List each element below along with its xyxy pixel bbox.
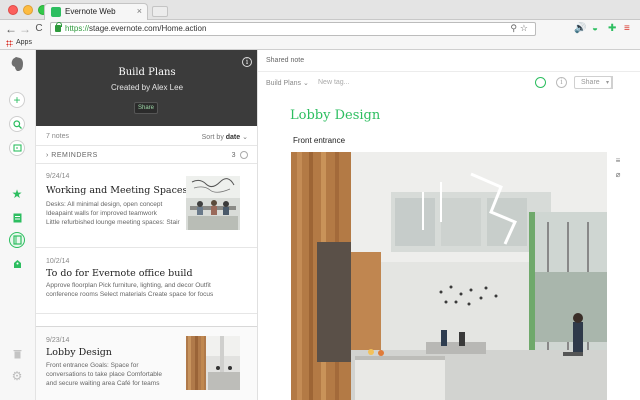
editor-side-tools: ≡ ⌀ bbox=[613, 156, 623, 184]
settings-gear-icon[interactable]: ⚙ bbox=[9, 368, 25, 384]
sort-value: date bbox=[225, 134, 241, 141]
snippet-line: Ideapaint walls for improved teamwork bbox=[46, 210, 157, 217]
shared-note-bar: Shared note bbox=[258, 50, 640, 72]
snippet-line: and secure waiting area Café for teams bbox=[46, 380, 160, 387]
note-notebook-selector[interactable]: Build Plans ⌄ bbox=[266, 79, 309, 87]
trash-icon[interactable] bbox=[9, 346, 25, 362]
snippet-line: Desks: All minimal design, open concept bbox=[46, 201, 163, 208]
work-chat-icon[interactable] bbox=[9, 140, 25, 156]
share-options-caret-icon[interactable]: ▾ bbox=[603, 76, 613, 89]
new-tab-button[interactable] bbox=[152, 6, 168, 17]
notes-icon[interactable] bbox=[9, 210, 25, 226]
tags-icon[interactable] bbox=[9, 256, 25, 272]
chrome-menu-icon[interactable]: ≡ bbox=[624, 23, 630, 35]
note-editor: Shared note Build Plans ⌄ New tag... i S… bbox=[258, 50, 640, 400]
snippet-line: Approve floorplan Pick furniture, lighti… bbox=[46, 282, 211, 289]
close-window-button[interactable] bbox=[8, 5, 18, 15]
note-date: 9/23/14 bbox=[46, 337, 70, 344]
notebook-title: Build Plans bbox=[118, 67, 176, 78]
browser-tab[interactable]: Evernote Web × bbox=[44, 3, 148, 21]
extension-evernote-icon[interactable]: ◒ bbox=[592, 23, 598, 35]
notebook-owner: Created by Alex Lee bbox=[110, 83, 184, 92]
new-tag-input[interactable]: New tag... bbox=[318, 79, 350, 86]
note-card[interactable]: 9/24/14 Working and Meeting Spaces Desks… bbox=[36, 164, 257, 248]
note-info-icon[interactable]: i bbox=[556, 77, 567, 88]
search-icon[interactable] bbox=[9, 116, 25, 132]
shared-note-label: Shared note bbox=[266, 57, 305, 64]
tab-title: Evernote Web bbox=[65, 7, 116, 16]
note-date: 9/24/14 bbox=[46, 173, 70, 180]
back-icon[interactable]: ← bbox=[4, 21, 18, 37]
reminders-count: 3 bbox=[231, 152, 236, 159]
note-title: Lobby Design bbox=[46, 347, 112, 358]
note-snippet: Desks: All minimal design, open concept … bbox=[46, 200, 180, 227]
office-thumbnail-image bbox=[186, 176, 240, 230]
url-text: https://stage.evernote.com/Home.action bbox=[65, 24, 206, 33]
extension-clipper-icon[interactable]: ✚ bbox=[608, 23, 616, 35]
notebooks-icon[interactable] bbox=[9, 232, 25, 248]
reload-icon[interactable]: C bbox=[32, 21, 46, 37]
note-snippet: Front entrance Goals: Space for conversa… bbox=[46, 361, 162, 388]
note-title: To do for Evernote office build bbox=[46, 268, 193, 279]
shortcuts-star-icon[interactable]: ★ bbox=[9, 186, 25, 202]
note-title: Working and Meeting Spaces bbox=[46, 185, 188, 196]
url-path: stage.evernote.com/Home.action bbox=[89, 24, 207, 33]
lock-icon bbox=[55, 22, 62, 32]
lobby-thumbnail-image bbox=[186, 336, 240, 390]
note-meta-bar: Build Plans ⌄ New tag... i Share ▾ bbox=[258, 72, 640, 94]
outline-icon[interactable]: ≡ bbox=[613, 156, 623, 165]
sort-dropdown[interactable]: Sort by date ⌄ bbox=[202, 133, 248, 141]
new-note-icon[interactable]: + bbox=[9, 92, 25, 108]
minimize-window-button[interactable] bbox=[23, 5, 33, 15]
note-title-heading[interactable]: Lobby Design bbox=[290, 108, 380, 123]
reminder-alarm-icon[interactable] bbox=[535, 77, 546, 88]
notebook-header: Build Plans Created by Alex Lee Share i bbox=[36, 50, 257, 126]
browser-tab-bar: Evernote Web × bbox=[0, 0, 640, 21]
attachment-paperclip-icon[interactable]: ⌀ bbox=[613, 170, 623, 179]
snippet-line: Front entrance Goals: Space for bbox=[46, 362, 139, 369]
snippet-line: conference rooms Select materials Create… bbox=[46, 291, 214, 298]
note-card[interactable]: 10/2/14 To do for Evernote office build … bbox=[36, 248, 257, 314]
browser-toolbar: ← → C https://stage.evernote.com/Home.ac… bbox=[0, 20, 640, 38]
evernote-sidebar: + ★ ⚙ bbox=[0, 50, 36, 400]
note-count: 7 notes bbox=[46, 133, 69, 140]
note-date: 10/2/14 bbox=[46, 258, 70, 265]
snippet-line: Little refurbished lounge meeting spaces… bbox=[46, 219, 180, 226]
extension-speaker-icon[interactable]: 🔊 bbox=[574, 23, 586, 35]
note-body-text[interactable]: Front entrance bbox=[293, 136, 345, 145]
apps-bookmark[interactable]: Apps bbox=[16, 39, 32, 46]
omnibox-icons[interactable]: ⚲☆ bbox=[510, 23, 531, 34]
notebook-info-icon[interactable]: i bbox=[242, 57, 252, 67]
apps-grid-icon[interactable] bbox=[6, 40, 13, 47]
sort-prefix: Sort by bbox=[201, 134, 226, 141]
list-meta-bar: 7 notes Sort by date ⌄ bbox=[36, 126, 257, 146]
elephant-icon[interactable] bbox=[9, 56, 25, 72]
reminders-toggle[interactable]: › REMINDERS 3 bbox=[36, 146, 257, 164]
lobby-photo-image bbox=[291, 152, 607, 400]
note-snippet: Approve floorplan Pick furniture, lighti… bbox=[46, 281, 213, 299]
note-list-panel: Build Plans Created by Alex Lee Share i … bbox=[36, 50, 258, 400]
chevron-down-icon: ⌄ bbox=[242, 134, 248, 141]
snippet-line: conversations to take place Comfortable bbox=[46, 371, 162, 378]
url-scheme: https:// bbox=[65, 24, 90, 33]
address-bar[interactable]: https://stage.evernote.com/Home.action ⚲… bbox=[50, 22, 536, 36]
bookmarks-bar: Apps bbox=[0, 38, 640, 50]
forward-icon[interactable]: → bbox=[18, 21, 32, 37]
note-card-selected[interactable]: 9/23/14 Lobby Design Front entrance Goal… bbox=[36, 326, 257, 400]
notebook-share-button[interactable]: Share bbox=[134, 102, 158, 114]
alarm-clock-icon bbox=[240, 151, 248, 159]
reminders-label: › REMINDERS bbox=[46, 152, 98, 159]
evernote-favicon-icon bbox=[51, 7, 61, 17]
tab-close-icon[interactable]: × bbox=[137, 6, 142, 16]
